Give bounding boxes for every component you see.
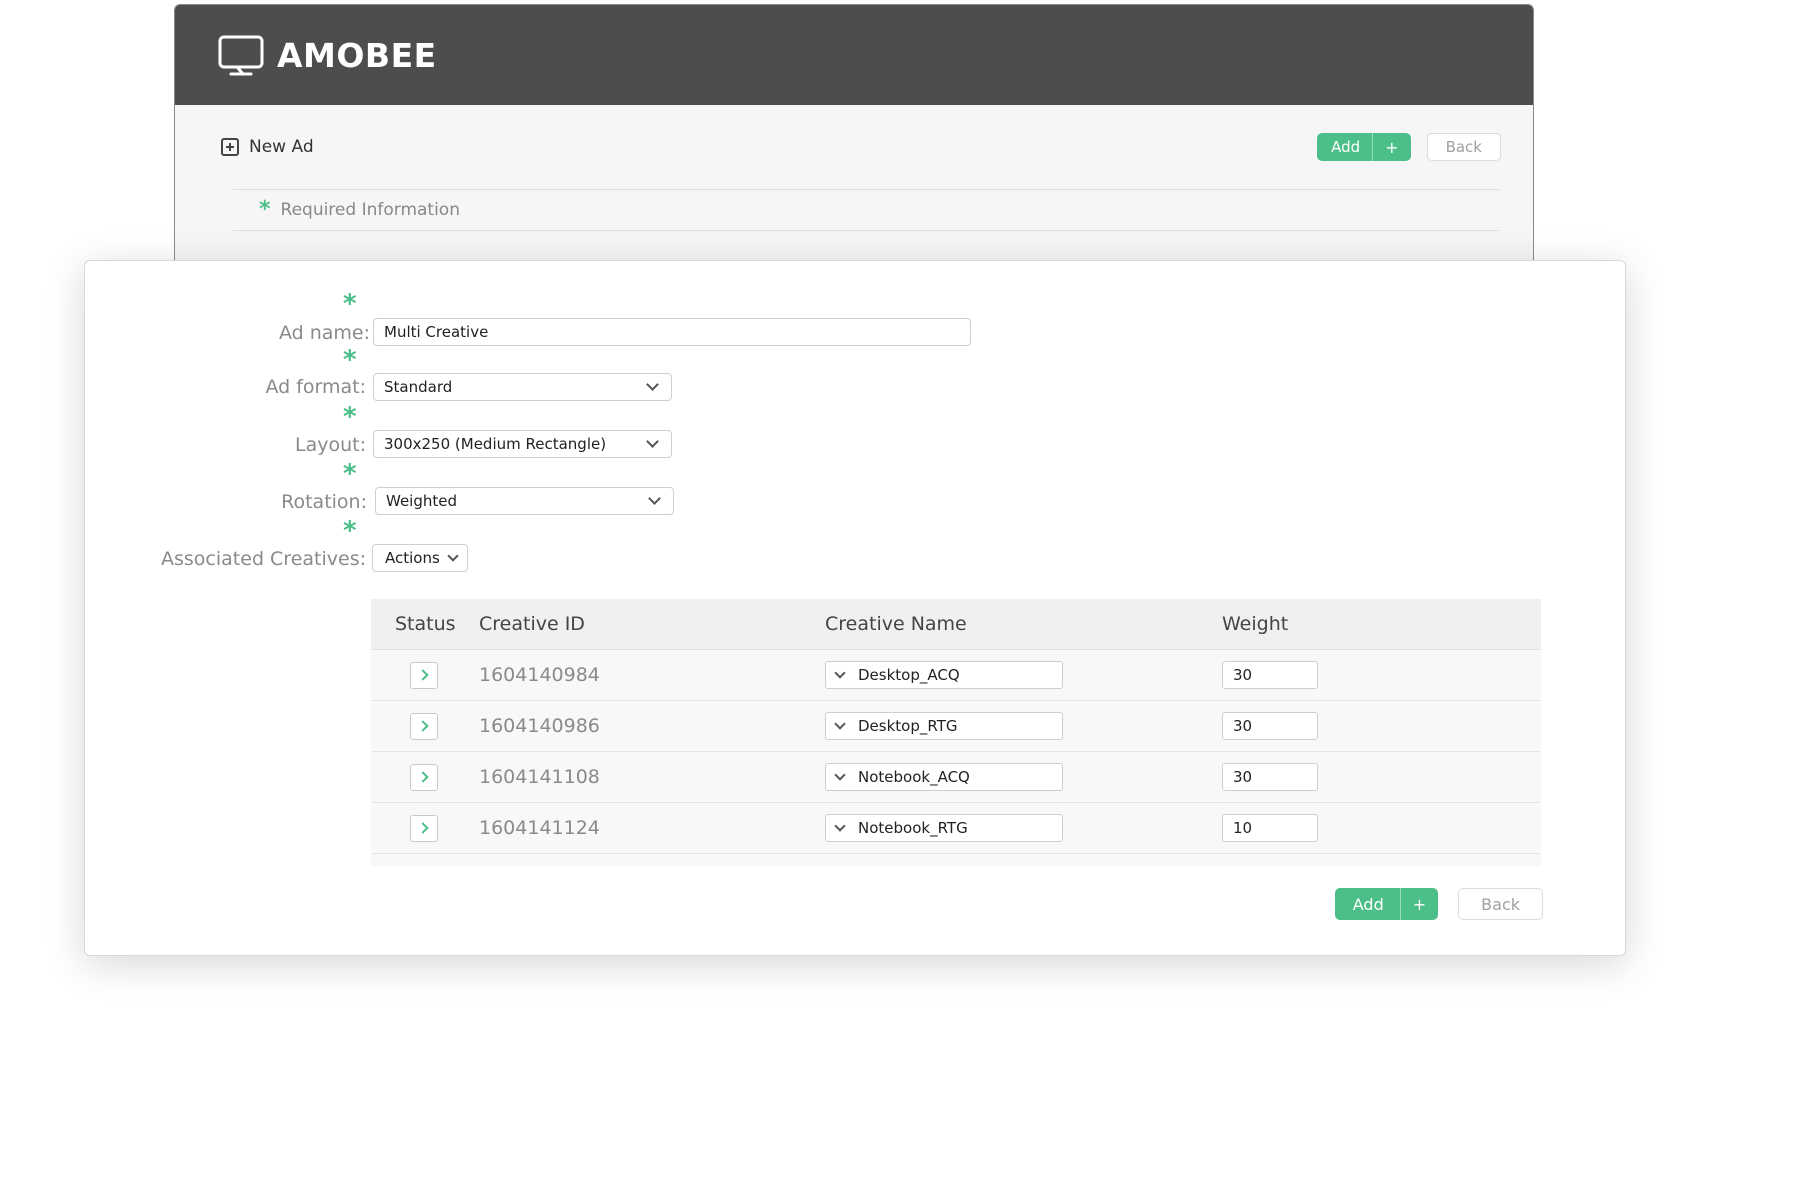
layout-value: 300x250 (Medium Rectangle) [384, 435, 607, 453]
table-footer [371, 854, 1541, 866]
ad-name-label: Ad name: [278, 322, 370, 344]
toolbar: New Ad Add + Back [175, 105, 1533, 189]
brand-logo[interactable]: AMOBEE [217, 34, 437, 76]
required-asterisk-icon: * [259, 197, 271, 222]
app-header: AMOBEE [175, 5, 1533, 105]
creative-name-select[interactable]: Desktop_RTG [825, 712, 1063, 740]
column-status[interactable]: Status [371, 613, 479, 635]
layout-select[interactable]: 300x250 (Medium Rectangle) [373, 430, 672, 458]
plus-box-icon [221, 138, 239, 156]
chevron-down-icon [447, 549, 459, 562]
column-creative-id[interactable]: Creative ID [479, 613, 825, 635]
table-row: 1604141124 Notebook_RTG [371, 803, 1541, 854]
layout-label: Layout: [295, 434, 366, 456]
column-creative-name[interactable]: Creative Name [825, 613, 1222, 635]
rotation-label: Rotation: [281, 491, 367, 513]
back-button-top[interactable]: Back [1426, 133, 1501, 161]
ad-format-label: Ad format: [265, 376, 366, 398]
chevron-down-icon [834, 768, 846, 781]
column-weight[interactable]: Weight [1222, 613, 1541, 635]
weight-input[interactable] [1222, 763, 1318, 791]
table-row: 1604140984 Desktop_ACQ [371, 650, 1541, 701]
back-button[interactable]: Back [1458, 888, 1543, 920]
brand-name: AMOBEE [277, 35, 437, 75]
creative-name-select[interactable]: Notebook_RTG [825, 814, 1063, 842]
chevron-down-icon [834, 666, 846, 679]
creatives-table: Status Creative ID Creative Name Weight … [371, 599, 1541, 866]
form-actions: Add + Back [1334, 888, 1543, 920]
status-expand-button[interactable] [410, 661, 438, 689]
ad-format-value: Standard [384, 378, 453, 396]
add-button-label: Add [1352, 894, 1384, 914]
required-asterisk-icon: * [343, 289, 357, 319]
required-asterisk-icon: * [343, 459, 357, 489]
weight-input[interactable] [1222, 814, 1318, 842]
chevron-down-icon [834, 717, 846, 730]
creative-name-value: Notebook_RTG [858, 819, 968, 837]
associated-creatives-label: Associated Creatives: [161, 548, 366, 570]
required-asterisk-icon: * [343, 516, 357, 546]
add-button[interactable]: Add + [1334, 888, 1439, 920]
chevron-right-icon [416, 822, 429, 834]
required-information-label: Required Information [280, 200, 460, 220]
actions-dropdown[interactable]: Actions [372, 544, 468, 572]
weight-input[interactable] [1222, 712, 1318, 740]
rotation-select[interactable]: Weighted [375, 487, 674, 515]
required-asterisk-icon: * [343, 345, 357, 375]
creative-id: 1604141108 [479, 766, 600, 788]
actions-label: Actions [385, 549, 440, 567]
plus-icon: + [1372, 133, 1410, 161]
creative-id: 1604140986 [479, 715, 600, 737]
table-header: Status Creative ID Creative Name Weight [371, 599, 1541, 650]
weight-input[interactable] [1222, 661, 1318, 689]
chevron-down-icon [648, 492, 661, 505]
chevron-right-icon [416, 771, 429, 783]
creative-name-value: Desktop_ACQ [858, 666, 960, 684]
ad-format-select[interactable]: Standard [373, 373, 672, 401]
add-button-label: Add [1331, 138, 1361, 156]
app-window: AMOBEE New Ad Add + Back * Required Info… [174, 4, 1534, 266]
required-information-row: * Required Information [233, 189, 1499, 231]
creative-name-value: Notebook_ACQ [858, 768, 970, 786]
plus-icon: + [1399, 888, 1438, 920]
new-ad-title: New Ad [221, 137, 314, 157]
chevron-down-icon [646, 378, 659, 391]
creative-name-select[interactable]: Notebook_ACQ [825, 763, 1063, 791]
creative-id: 1604140984 [479, 664, 600, 686]
status-expand-button[interactable] [410, 814, 438, 842]
add-button-top[interactable]: Add + [1317, 133, 1411, 161]
status-expand-button[interactable] [410, 763, 438, 791]
creative-name-select[interactable]: Desktop_ACQ [825, 661, 1063, 689]
status-expand-button[interactable] [410, 712, 438, 740]
ad-name-input[interactable] [373, 318, 971, 346]
table-row: 1604141108 Notebook_ACQ [371, 752, 1541, 803]
ad-form-card: * Ad name: * Ad format: Standard * Layou… [84, 260, 1626, 956]
required-asterisk-icon: * [343, 402, 357, 432]
monitor-icon [218, 35, 264, 76]
table-row: 1604140986 Desktop_RTG [371, 701, 1541, 752]
chevron-down-icon [646, 435, 659, 448]
rotation-value: Weighted [386, 492, 458, 510]
creative-id: 1604141124 [479, 817, 600, 839]
new-ad-label: New Ad [249, 137, 314, 157]
chevron-right-icon [416, 669, 429, 681]
creative-name-value: Desktop_RTG [858, 717, 958, 735]
chevron-down-icon [834, 819, 846, 832]
chevron-right-icon [416, 720, 429, 732]
